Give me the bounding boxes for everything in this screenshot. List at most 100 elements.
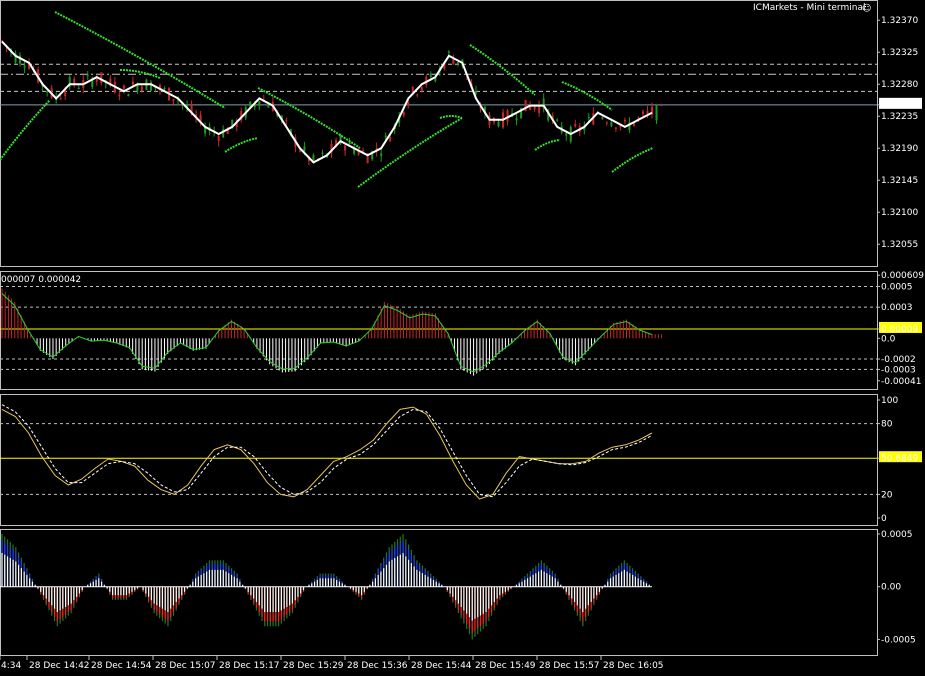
histogram-plot: [0, 534, 652, 640]
time-label: 28 Dec 15:57: [539, 661, 600, 671]
candle-body: [637, 117, 640, 119]
candle-body: [362, 150, 365, 152]
price-plot: [0, 11, 877, 188]
candle-body: [587, 116, 590, 119]
candle-body: [605, 122, 608, 124]
candle-body: [100, 72, 103, 84]
price-tick-label: 1.32325: [881, 48, 918, 58]
candle-body: [565, 133, 568, 136]
price-panel-border: [0, 0, 878, 267]
time-label: 28 Dec 15:07: [155, 661, 216, 671]
candle-body: [452, 58, 455, 65]
candle-body: [416, 94, 419, 96]
stoch-tick-label: 0: [881, 514, 887, 524]
smiley-icon: ☺: [862, 3, 871, 14]
candle-body: [122, 85, 125, 89]
stoch-tick-label: 100: [881, 396, 898, 406]
candle-body: [77, 87, 80, 89]
candle-body: [389, 136, 392, 142]
price-tick-label: 1.32370: [881, 16, 918, 26]
candle-body: [118, 94, 121, 97]
hist-tick-label: 0.0005: [881, 530, 913, 540]
time-label: 28 Dec 15:29: [283, 661, 344, 671]
time-label: 28 Dec 15:49: [475, 661, 536, 671]
candle-body: [312, 155, 315, 161]
candle-body: [140, 86, 143, 92]
candle-body: [556, 119, 559, 121]
price-tick-label: 1.32145: [881, 176, 918, 186]
candle-body: [95, 78, 98, 82]
envelope-segment: [611, 147, 654, 173]
candle-body: [456, 62, 459, 64]
candle-body: [420, 86, 423, 91]
hist-tick-label: 0.00: [881, 583, 901, 593]
candle-body: [380, 153, 383, 156]
macd-tick-label: 0.0: [881, 334, 896, 344]
candle-body: [447, 51, 450, 53]
candle-body: [298, 150, 301, 152]
price-tick-label: 1.32280: [881, 80, 918, 90]
time-label: 28 Dec 15:17: [219, 661, 280, 671]
candle-body: [610, 122, 613, 126]
macd-tick-label: 0.000609: [881, 271, 924, 281]
macd-tick-label: -0.0003: [881, 365, 916, 375]
candle-body: [429, 73, 432, 77]
candle-body: [641, 111, 644, 115]
candle-body: [660, 105, 663, 107]
candle-body: [172, 99, 175, 101]
candle-body: [64, 90, 67, 97]
envelope-segment: [54, 11, 226, 109]
window-title: ICMarkets - Mini terminal: [753, 3, 865, 13]
stochastic-plot: [0, 404, 877, 500]
candle-body: [574, 124, 577, 127]
candle-body: [384, 135, 387, 138]
time-label: 28 Dec 15:44: [411, 661, 472, 671]
trading-chart[interactable]: ICMarkets - Mini terminal ☺ 000007 0.000…: [0, 0, 925, 676]
candle-body: [23, 65, 26, 68]
candle-body: [524, 100, 527, 112]
candle-body: [515, 118, 518, 121]
candle-body: [303, 146, 306, 152]
price-tick-label: 1.32100: [881, 208, 918, 218]
envelope-segment: [439, 115, 463, 119]
time-label: 28 Dec 14:42: [29, 661, 90, 671]
macd-plot: [0, 285, 877, 376]
time-label: 28 Dec 15:36: [347, 661, 408, 671]
candle-body: [59, 98, 62, 100]
envelope-segment: [534, 139, 561, 151]
macd-tick-label: -0.00041: [881, 377, 921, 387]
hist-tick-label: -0.0005: [881, 635, 916, 645]
candle-body: [344, 145, 347, 151]
envelope-segment: [561, 81, 613, 111]
stoch-tick-label: 80: [881, 420, 893, 430]
candle-body: [655, 105, 658, 121]
price-tick-label: 1.32235: [881, 112, 918, 122]
candle-body: [163, 87, 166, 90]
candle-body: [127, 94, 130, 97]
time-label: 28 Dec 14:54: [91, 661, 152, 671]
price-tick-label: 1.32190: [881, 144, 918, 154]
time-label: 4:34: [1, 661, 21, 671]
candle-body: [46, 91, 49, 93]
envelope-segment: [469, 44, 536, 96]
macd-tick-label: -0.0002: [881, 355, 916, 365]
macd-signal-line: [1, 293, 653, 373]
envelope-segment: [0, 99, 51, 161]
candle-body: [86, 75, 89, 77]
candle-body: [646, 111, 649, 114]
candle-body: [407, 102, 410, 106]
candle-body: [204, 127, 207, 134]
stoch-tick-label: 20: [881, 490, 893, 500]
moving-average-line: [1, 40, 653, 164]
candle-body: [497, 121, 500, 127]
current-price-label: 1.32251: [881, 101, 918, 111]
envelope-segment: [257, 87, 361, 149]
time-label: 28 Dec 16:05: [603, 661, 664, 671]
candle-body: [366, 155, 369, 164]
macd-header: 000007 0.000042: [1, 275, 81, 285]
candle-body: [474, 91, 477, 94]
price-tick-label: 1.32055: [881, 240, 918, 250]
candle-body: [614, 127, 617, 129]
stoch-signal-line: [1, 404, 653, 498]
macd-tick-label: 0.0005: [881, 282, 913, 292]
